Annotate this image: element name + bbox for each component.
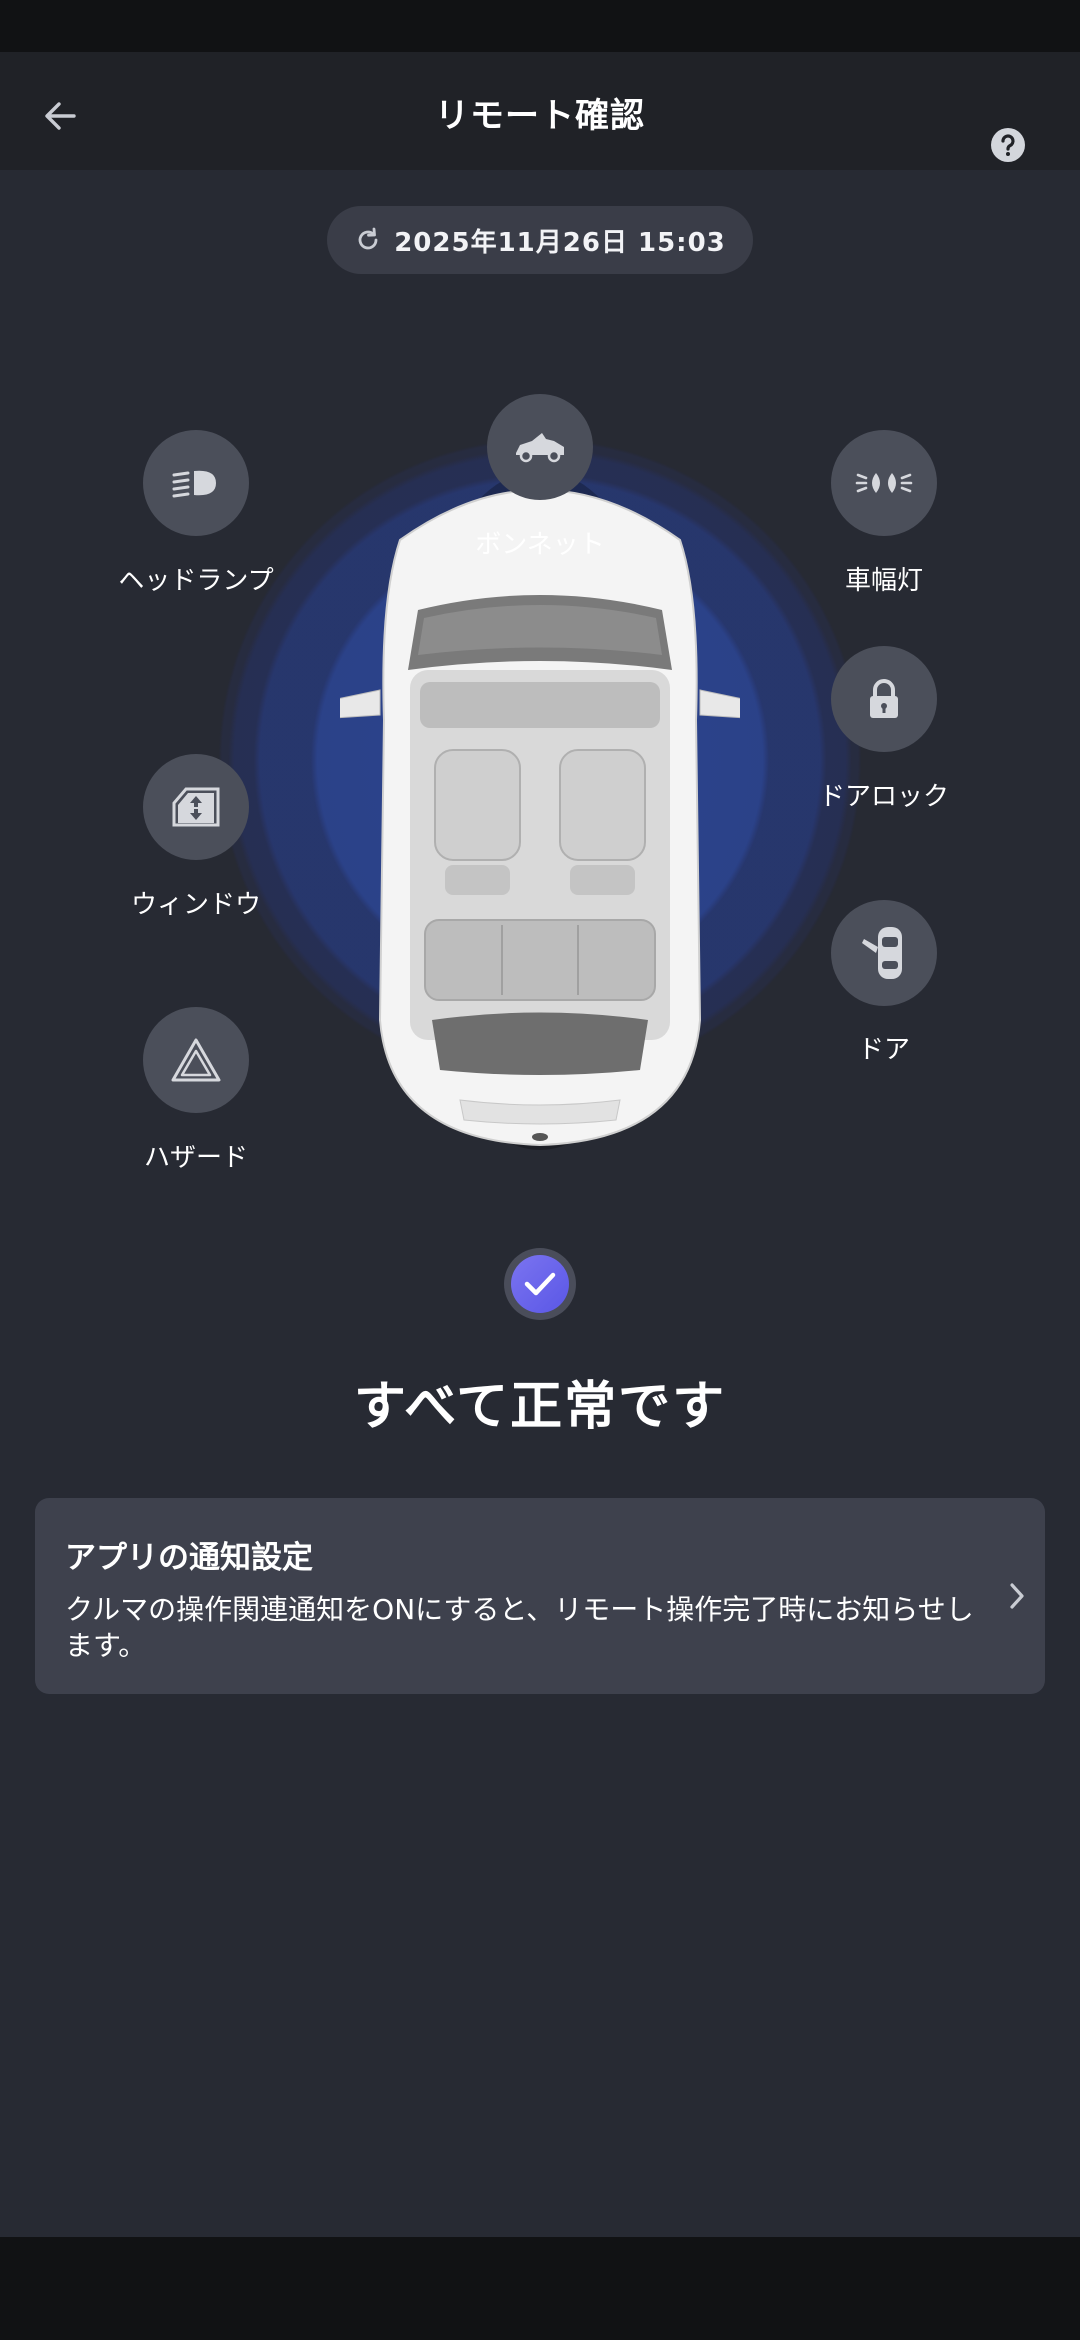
hazard-triangle-icon	[171, 1038, 221, 1082]
help-icon	[991, 128, 1025, 162]
notice-body: クルマの操作関連通知をONにすると、リモート操作完了時にお知らせします。	[65, 1593, 974, 1662]
app-bar: リモート確認	[0, 52, 1080, 170]
headlamp-status-button[interactable]	[143, 430, 249, 536]
refresh-icon	[358, 227, 378, 250]
page-title: リモート確認	[435, 96, 645, 136]
car-door-icon	[862, 927, 902, 979]
status-bar	[0, 0, 1080, 52]
bonnet-status-button[interactable]	[487, 394, 593, 500]
door-status-button[interactable]	[831, 900, 937, 1006]
checkmark-icon	[524, 1272, 556, 1296]
headlamp-label: ヘッドランプ	[118, 566, 274, 596]
timestamp-text: 2025年11月26日 15:03	[394, 227, 726, 258]
hazard-label: ハザード	[143, 1143, 249, 1173]
navigation-bar	[0, 2237, 1080, 2340]
headlamp-icon	[172, 470, 216, 498]
hazard-status-button[interactable]	[143, 1007, 249, 1113]
clearance-lamp-label: 車幅灯	[844, 566, 924, 596]
chevron-right-icon	[997, 1574, 1037, 1618]
car-window-icon	[172, 787, 220, 827]
clearance-lamp-status-button[interactable]	[831, 430, 937, 536]
notice-title: アプリの通知設定	[65, 1540, 313, 1576]
car-bonnet-icon	[516, 433, 564, 463]
status-ok-indicator	[504, 1248, 576, 1320]
lock-icon	[870, 679, 898, 718]
door-lock-label: ドアロック	[818, 782, 950, 812]
window-label: ウィンドウ	[130, 890, 262, 920]
result-title: すべて正常です	[353, 1377, 727, 1437]
door-label: ドア	[857, 1035, 911, 1065]
door-lock-status-button[interactable]	[831, 646, 937, 752]
screen: リモート確認 2025年11月26日 15:03 ボンネット ヘッドランプ 車幅…	[0, 0, 1080, 2340]
help-button[interactable]	[986, 123, 1030, 167]
refresh-timestamp-button[interactable]: 2025年11月26日 15:03	[327, 206, 753, 274]
car-top-view-image	[340, 470, 740, 1150]
clearance-lamp-icon	[855, 473, 913, 493]
bonnet-label: ボンネット	[475, 530, 605, 560]
window-status-button[interactable]	[143, 754, 249, 860]
notification-settings-card[interactable]: アプリの通知設定 クルマの操作関連通知をONにすると、リモート操作完了時にお知ら…	[35, 1498, 1045, 1694]
